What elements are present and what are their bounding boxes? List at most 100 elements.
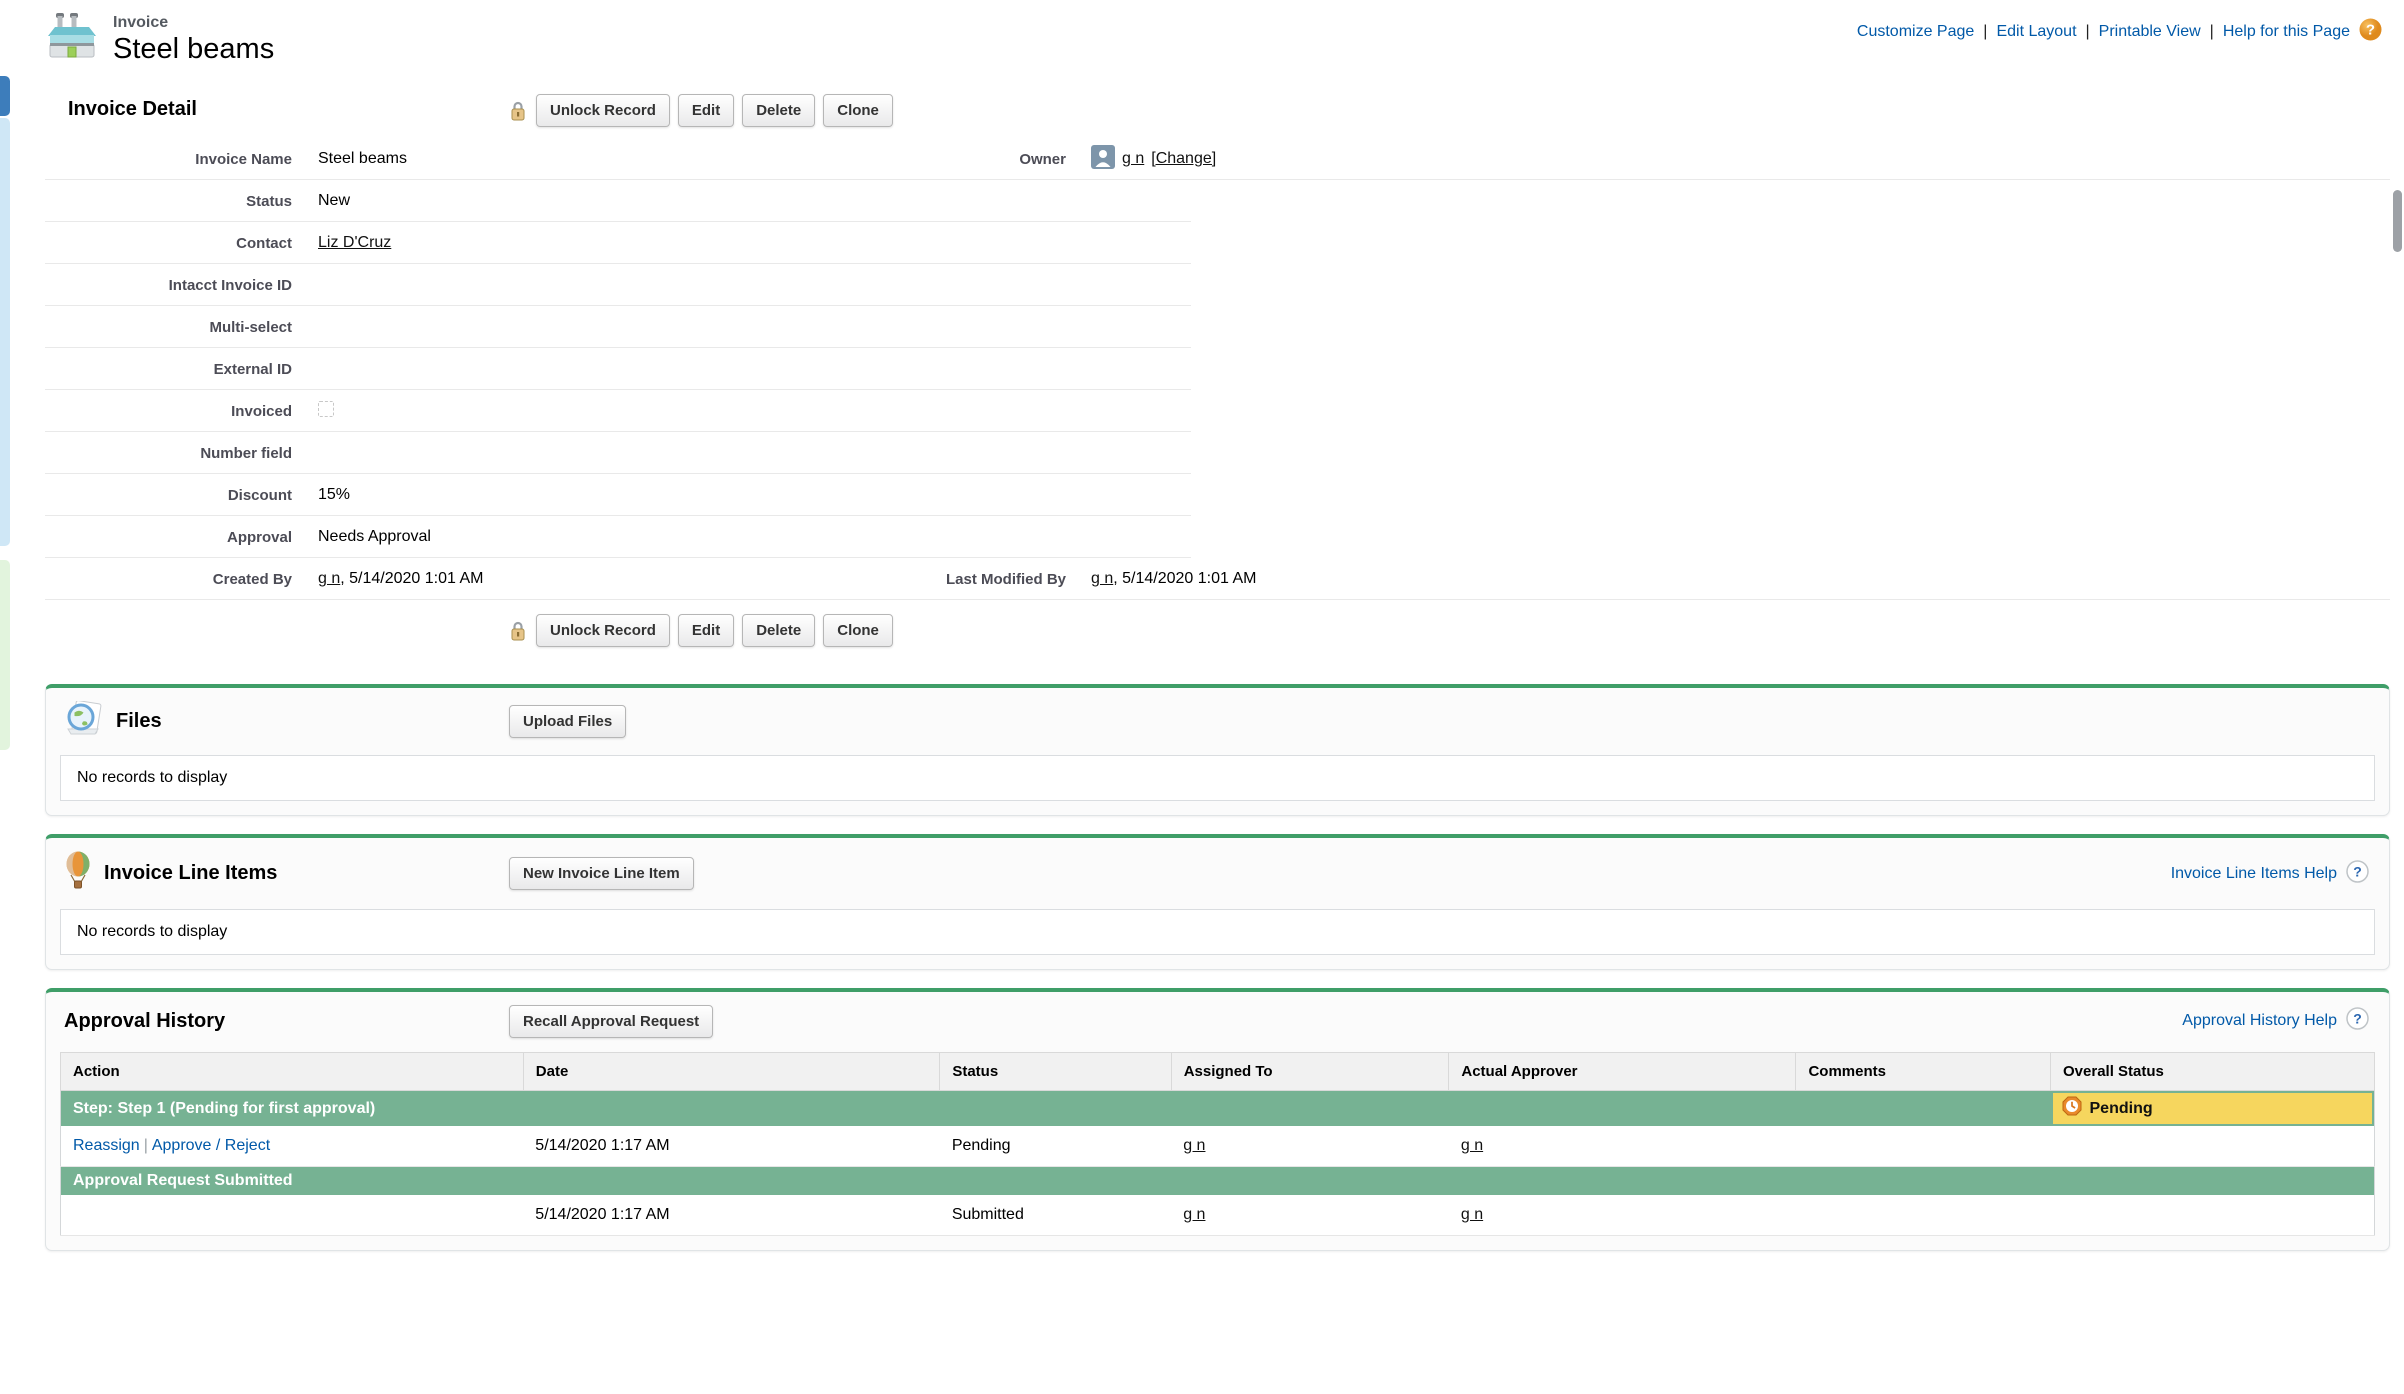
- approval-step-row-1: Step: Step 1 (Pending for first approval…: [61, 1091, 2375, 1127]
- svg-text:?: ?: [2353, 863, 2362, 879]
- recall-approval-request-button[interactable]: Recall Approval Request: [509, 1005, 713, 1038]
- field-label: Status: [45, 193, 318, 210]
- column-assigned-to: Assigned To: [1171, 1053, 1449, 1091]
- field-row-status: Status New: [45, 180, 2390, 222]
- help-circle-icon[interactable]: ?: [2346, 1007, 2369, 1035]
- upload-files-button[interactable]: Upload Files: [509, 705, 626, 738]
- lock-icon: [510, 620, 526, 642]
- last-modified-value: g n, 5/14/2020 1:01 AM: [1066, 570, 2390, 588]
- files-section-title: Files: [116, 710, 162, 733]
- approval-history-table: Action Date Status Assigned To Actual Ap…: [60, 1052, 2375, 1236]
- link-separator: |: [1983, 23, 1987, 41]
- field-label: Created By: [45, 571, 318, 588]
- page-root: Invoice Steel beams Customize Page | Edi…: [0, 0, 2404, 1271]
- clone-button[interactable]: Clone: [823, 614, 893, 647]
- pending-status-badge: Pending: [2053, 1093, 2373, 1124]
- field-row-contact: Contact Liz D'Cruz: [45, 222, 2390, 264]
- line-items-section-header: Invoice Line Items New Invoice Line Item…: [46, 838, 2389, 909]
- action-separator: |: [140, 1137, 152, 1154]
- action-cell: Reassign|Approve / Reject: [61, 1126, 524, 1167]
- files-section: Files Upload Files No records to display: [45, 684, 2390, 816]
- field-value: 15%: [318, 486, 918, 504]
- help-circle-icon[interactable]: ?: [2346, 860, 2369, 888]
- field-row-invoice-name: Invoice Name Steel beams Owner g n [Chan…: [45, 138, 2390, 180]
- factory-icon: [45, 12, 99, 65]
- status-cell: Submitted: [940, 1195, 1171, 1236]
- printable-view-link[interactable]: Printable View: [2099, 23, 2201, 41]
- approval-history-help: Approval History Help ?: [2182, 1007, 2369, 1035]
- approval-history-title: Approval History: [64, 1010, 225, 1033]
- lock-icon: [510, 100, 526, 122]
- field-row-intacct-invoice-id: Intacct Invoice ID: [45, 264, 2390, 306]
- field-row-multi-select: Multi-select: [45, 306, 2390, 348]
- column-overall-status: Overall Status: [2051, 1053, 2375, 1091]
- owner-label: Owner: [918, 151, 1066, 168]
- invoice-detail-header: Invoice Detail Unlock Record Edit Delete…: [45, 90, 2390, 138]
- delete-button[interactable]: Delete: [742, 614, 815, 647]
- step-label: Approval Request Submitted: [61, 1167, 2375, 1196]
- approve-reject-link[interactable]: Approve / Reject: [152, 1137, 270, 1154]
- column-action: Action: [61, 1053, 524, 1091]
- approval-history-help-link[interactable]: Approval History Help: [2182, 1012, 2337, 1030]
- last-modified-label: Last Modified By: [918, 571, 1066, 588]
- last-modified-user-link[interactable]: g n: [1091, 570, 1113, 587]
- step-label: Step: Step 1 (Pending for first approval…: [61, 1091, 2051, 1127]
- field-value: New: [318, 192, 918, 210]
- page-utility-links: Customize Page | Edit Layout | Printable…: [1857, 18, 2382, 46]
- customize-page-link[interactable]: Customize Page: [1857, 23, 1974, 41]
- actual-approver-link[interactable]: g n: [1461, 1137, 1483, 1154]
- approval-table-header-row: Action Date Status Assigned To Actual Ap…: [61, 1053, 2375, 1091]
- delete-button[interactable]: Delete: [742, 94, 815, 127]
- edit-button[interactable]: Edit: [678, 94, 734, 127]
- contact-link[interactable]: Liz D'Cruz: [318, 234, 391, 251]
- column-comments: Comments: [1796, 1053, 2051, 1091]
- overall-status-cell: [2051, 1195, 2375, 1236]
- actual-approver-link[interactable]: g n: [1461, 1206, 1483, 1223]
- detail-buttons-bottom: Unlock Record Edit Delete Clone: [510, 614, 893, 647]
- field-value: Steel beams: [318, 150, 918, 168]
- help-orange-icon[interactable]: ?: [2359, 18, 2382, 46]
- edit-button[interactable]: Edit: [678, 614, 734, 647]
- invoice-line-items-section: Invoice Line Items New Invoice Line Item…: [45, 834, 2390, 970]
- svg-text:?: ?: [2353, 1011, 2362, 1027]
- approval-step-row-2: Approval Request Submitted: [61, 1167, 2375, 1196]
- owner-change-link[interactable]: [Change]: [1151, 150, 1216, 168]
- files-icon: [64, 701, 104, 742]
- edit-layout-link[interactable]: Edit Layout: [1996, 23, 2076, 41]
- clone-button[interactable]: Clone: [823, 94, 893, 127]
- avatar: [1091, 145, 1115, 174]
- approval-row-pending: Reassign|Approve / Reject 5/14/2020 1:17…: [61, 1126, 2375, 1167]
- column-actual-approver: Actual Approver: [1449, 1053, 1796, 1091]
- date-cell: 5/14/2020 1:17 AM: [523, 1126, 940, 1167]
- action-cell: [61, 1195, 524, 1236]
- new-invoice-line-item-button[interactable]: New Invoice Line Item: [509, 857, 694, 890]
- field-value: Needs Approval: [318, 528, 918, 546]
- overall-status-cell: [2051, 1126, 2375, 1167]
- status-cell: Pending: [940, 1126, 1171, 1167]
- help-for-page-link[interactable]: Help for this Page: [2223, 23, 2350, 41]
- link-separator: |: [2210, 23, 2214, 41]
- field-label: Number field: [45, 445, 318, 462]
- owner-user-link[interactable]: g n: [1122, 150, 1144, 168]
- created-by-value: g n, 5/14/2020 1:01 AM: [318, 570, 918, 588]
- field-label: Discount: [45, 487, 318, 504]
- assigned-to-link[interactable]: g n: [1183, 1137, 1205, 1154]
- unlock-record-button[interactable]: Unlock Record: [536, 94, 670, 127]
- line-items-help: Invoice Line Items Help ?: [2171, 860, 2369, 888]
- date-cell: 5/14/2020 1:17 AM: [523, 1195, 940, 1236]
- approval-history-section: Approval History Recall Approval Request…: [45, 988, 2390, 1251]
- field-row-created-by: Created By g n, 5/14/2020 1:01 AM Last M…: [45, 558, 2390, 600]
- field-label: Approval: [45, 529, 318, 546]
- balloon-icon: [64, 851, 92, 896]
- unlock-record-button[interactable]: Unlock Record: [536, 614, 670, 647]
- files-empty-state: No records to display: [60, 755, 2375, 801]
- reassign-link[interactable]: Reassign: [73, 1137, 140, 1154]
- invoice-line-items-help-link[interactable]: Invoice Line Items Help: [2171, 865, 2337, 883]
- field-label: Intacct Invoice ID: [45, 277, 318, 294]
- field-label: Invoice Name: [45, 151, 318, 168]
- detail-buttons-top: Unlock Record Edit Delete Clone: [510, 94, 893, 127]
- invoice-detail-title: Invoice Detail: [68, 90, 2390, 121]
- approval-row-submitted: 5/14/2020 1:17 AM Submitted g n g n: [61, 1195, 2375, 1236]
- assigned-to-link[interactable]: g n: [1183, 1206, 1205, 1223]
- created-by-user-link[interactable]: g n: [318, 570, 340, 587]
